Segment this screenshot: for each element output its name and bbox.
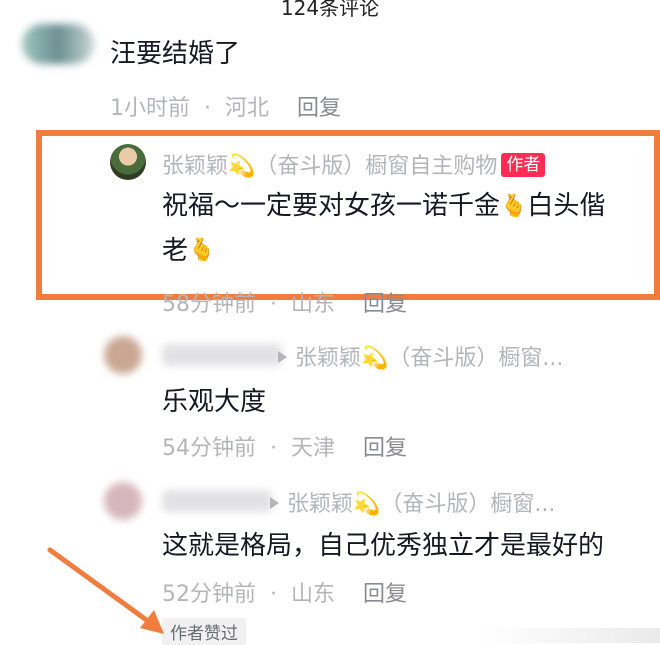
- reply-button[interactable]: 回复: [363, 436, 407, 461]
- reply-button[interactable]: 回复: [363, 292, 407, 317]
- separator: ·: [270, 436, 277, 461]
- comment-meta: 1小时前 · 河北 回复: [110, 90, 355, 122]
- author-liked-badge: 作者赞过: [162, 618, 246, 645]
- comment-time: 52分钟前: [162, 582, 256, 607]
- reply-button[interactable]: 回复: [297, 96, 341, 121]
- comment-meta: 58分钟前 · 山东 回复: [162, 286, 421, 318]
- reply-to-name[interactable]: 张颖颖💫（奋斗版）橱窗...: [295, 346, 563, 371]
- author-name-line: 张颖颖💫（奋斗版）橱窗自主购物 作者: [162, 148, 546, 180]
- comment-text: 乐观大度: [162, 387, 267, 417]
- comment-count-title: 124条评论: [280, 0, 380, 20]
- avatar[interactable]: [22, 24, 94, 64]
- reply-to-line: 张颖颖💫（奋斗版）橱窗...: [278, 340, 563, 372]
- author-badge: 作者: [501, 153, 546, 177]
- avatar[interactable]: [104, 336, 142, 374]
- reply-arrow-icon: [270, 497, 279, 509]
- separator: ·: [270, 292, 277, 317]
- comment-text: 这就是格局，自己优秀独立才是最好的: [162, 531, 605, 561]
- reply-arrow-icon: [278, 351, 287, 363]
- comment-meta: 52分钟前 · 山东 回复: [162, 576, 421, 608]
- comment-text: 祝福～一定要对女孩一诺千金🫰白头偕 老🫰: [162, 184, 632, 273]
- heart-hands-icon: 🫰: [500, 193, 528, 219]
- reply-button[interactable]: 回复: [363, 582, 407, 607]
- separator: ·: [204, 96, 211, 121]
- separator: ·: [270, 582, 277, 607]
- comment-location: 山东: [291, 582, 336, 607]
- username-blurred: [162, 490, 272, 512]
- comment-text-part: 白头偕: [527, 191, 606, 221]
- reply-to-name[interactable]: 张颖颖💫（奋斗版）橱窗...: [287, 492, 555, 517]
- comment-location: 山东: [291, 292, 336, 317]
- heart-hands-icon: 🫰: [188, 238, 216, 263]
- author-name[interactable]: 张颖颖💫（奋斗版）橱窗自主购物: [162, 154, 497, 179]
- comment-text-part: 祝福～一定要对女孩一诺千金: [162, 191, 501, 221]
- comment-location: 天津: [291, 436, 336, 461]
- comment-meta: 54分钟前 · 天津 回复: [162, 430, 421, 462]
- comment-time: 54分钟前: [162, 436, 256, 461]
- author-avatar[interactable]: [110, 144, 146, 180]
- comment-location: 河北: [225, 96, 270, 121]
- comment-text: 汪要结婚了: [110, 39, 241, 69]
- comment-time: 1小时前: [110, 96, 190, 121]
- bottom-fade: [480, 628, 660, 643]
- avatar[interactable]: [104, 482, 142, 520]
- comment-text-part: 老: [162, 235, 189, 266]
- comment-time: 58分钟前: [162, 292, 256, 317]
- reply-to-line: 张颖颖💫（奋斗版）橱窗...: [270, 486, 555, 518]
- annotation-arrow-icon: [47, 547, 164, 634]
- username-blurred: [162, 344, 282, 366]
